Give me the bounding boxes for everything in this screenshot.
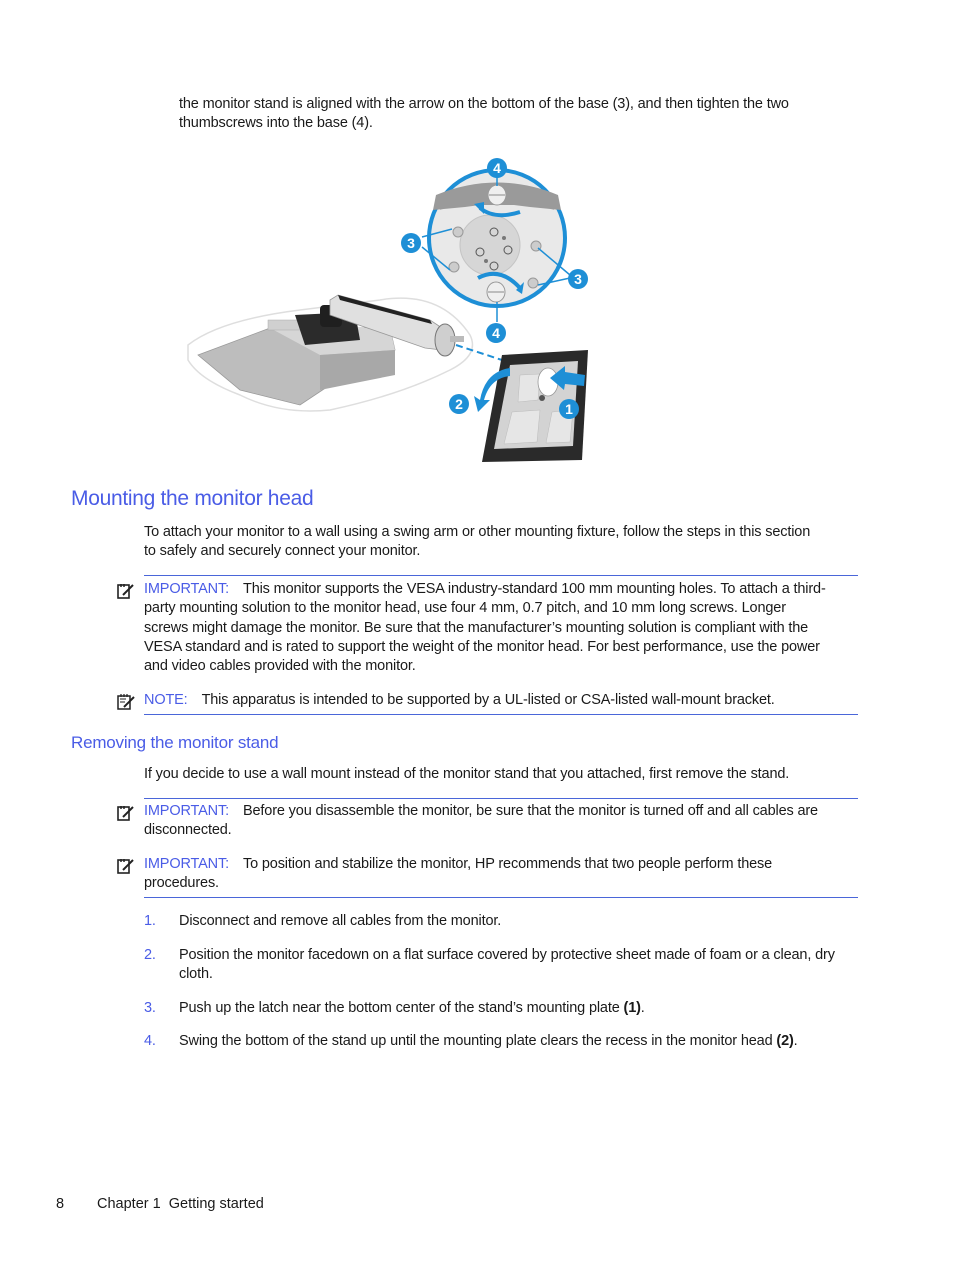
callout-ref: (2) (776, 1033, 794, 1049)
important-notice-vesa: IMPORTANT: This monitor supports the VESA… (116, 580, 858, 680)
important-notice-two-people: IMPORTANT: To position and stabilize the … (116, 855, 858, 895)
important-label: IMPORTANT: (144, 803, 229, 819)
svg-text:3: 3 (407, 235, 415, 251)
chapter-title: Chapter 1 Getting started (97, 1196, 264, 1212)
stand-illustration: 4 3 3 4 2 1 (180, 150, 600, 465)
svg-text:3: 3 (574, 271, 582, 287)
note-ul-listed: NOTE: This apparatus is intended to be su… (116, 691, 858, 713)
base-inset (421, 168, 571, 322)
important-label: IMPORTANT: (144, 856, 229, 872)
callout-4-top: 4 (487, 158, 507, 178)
step-text: Disconnect and remove all cables from th… (179, 913, 502, 929)
note-icon (117, 694, 135, 710)
callout-ref: (1) (623, 1000, 641, 1016)
step-number: 1. (144, 913, 156, 929)
note-label: NOTE: (144, 692, 188, 708)
step-text: Position the monitor facedown on a flat … (179, 947, 835, 983)
important-icon (117, 859, 134, 874)
callout-3-right: 3 (568, 269, 588, 289)
svg-text:1: 1 (565, 401, 573, 417)
important-label: IMPORTANT: (144, 581, 229, 597)
svg-text:2: 2 (455, 396, 463, 412)
note-rule-bottom (144, 714, 858, 715)
callout-4-bottom: 4 (486, 323, 506, 343)
mounting-paragraph: To attach your monitor to a wall using a… (144, 523, 810, 562)
intro-line-2: thumbscrews into the base (4). (179, 115, 373, 132)
mounting-paragraph-line-1: To attach your monitor to a wall using a… (144, 524, 811, 540)
heading-removing-monitor-stand: Removing the monitor stand (71, 733, 279, 752)
step-number: 3. (144, 1000, 156, 1016)
heading-mounting-monitor-head: Mounting the monitor head (71, 487, 314, 510)
important-icon (117, 584, 134, 599)
removing-paragraph: If you decide to use a wall mount instea… (144, 766, 790, 782)
step-text: Swing the bottom of the stand up until t… (179, 1033, 798, 1049)
intro-line-1: the monitor stand is aligned with the ar… (179, 96, 789, 112)
svg-text:4: 4 (493, 160, 501, 176)
notice-rule-top (144, 575, 858, 576)
important-rule-bottom (144, 897, 858, 898)
svg-text:4: 4 (492, 325, 500, 341)
step-number: 4. (144, 1033, 156, 1049)
mounting-paragraph-line-2: to safely and securely connect your moni… (144, 543, 421, 560)
step-text: Push up the latch near the bottom center… (179, 1000, 645, 1016)
important-notice-disassemble: IMPORTANT: Before you disassemble the mon… (116, 802, 858, 842)
important-rule-top (144, 798, 858, 799)
callout-3-left: 3 (401, 233, 421, 253)
important-icon (117, 806, 134, 821)
callout-1: 1 (559, 399, 579, 419)
intro-paragraph: the monitor stand is aligned with the ar… (179, 95, 789, 134)
page-number: 8 (56, 1196, 65, 1212)
step-number: 2. (144, 947, 156, 963)
callout-2: 2 (449, 394, 469, 414)
